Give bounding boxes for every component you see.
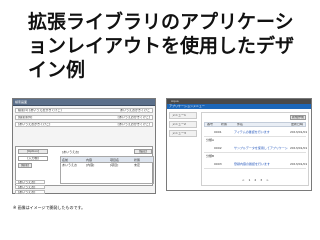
sidebar-item[interactable]: メニュー2 [169, 121, 197, 128]
row-link[interactable]: 登録内容の確認を行います [234, 162, 270, 166]
pager-page[interactable]: 2 [254, 178, 256, 182]
pagination: < 1 2 3 > [242, 178, 272, 182]
main-content: 新規作成 番号 状態 件名 更新日時 0001 アイテムの確認を行います 201… [201, 112, 309, 186]
bottom-row[interactable]: [あいうえお] [15, 180, 45, 184]
pager-page[interactable]: 1 [248, 178, 250, 182]
grid-cell[interactable]: [内容] [85, 163, 109, 168]
slide-title: 拡張ライブラリのアプリケーションレイアウトを使用したデザイン例 [28, 11, 295, 81]
category-label: 分類A [206, 138, 215, 142]
table-row[interactable]: 0003 登録内容の確認を行います 2013/01/01 [204, 160, 308, 169]
footnote: ※ 画像はイメージで開発したものです。 [13, 205, 86, 210]
row-id: 0003 [214, 162, 222, 166]
app-header: アプリケーションメニュー [167, 104, 311, 109]
sidebar: メニュー1 メニュー2 メニュー3 [169, 112, 197, 139]
window-title: 検索画面 [15, 100, 28, 104]
settings-button[interactable]: [設定] [134, 149, 152, 154]
table-row[interactable]: 0002 サンプルデータを使用してアプリケーションを作成しています。 2013/… [204, 144, 308, 153]
table-header-cell: 件名 [237, 123, 244, 126]
bottom-row[interactable]: [あいうえお] [15, 190, 45, 194]
form-row-value: [あいうえおかきくけこ] [117, 123, 150, 126]
form-row[interactable]: [検索条件] [あいうえおかきくけこ] [15, 115, 153, 120]
row-date: 2013/01/01 [290, 130, 308, 134]
window-titlebar: 検索画面 [13, 99, 155, 106]
app-layout-screenshot: Aqua アプリケーションメニュー メニュー1 メニュー2 メニュー3 新規作成… [166, 98, 312, 191]
form-row-value: あいうえおかきくけこ [119, 109, 150, 112]
sidebar-item[interactable]: メニュー3 [169, 130, 197, 137]
grid-cell[interactable]: あいうえお [61, 163, 85, 168]
row-link[interactable]: アイテムの確認を行います [234, 130, 270, 134]
row-date: 2013/01/01 [290, 162, 308, 166]
grid-cell[interactable]: 未定 [133, 163, 155, 168]
create-button[interactable]: 新規作成 [290, 115, 306, 120]
pager-next[interactable]: > [266, 178, 269, 182]
table-header-cell: 番号 [207, 123, 214, 126]
row-id: 0001 [214, 130, 222, 134]
category-label: 分類B [206, 154, 215, 158]
table-row[interactable]: 0001 アイテムの確認を行います 2013/01/01 [204, 128, 308, 137]
search-button[interactable]: [検索] [18, 163, 32, 168]
table-header-cell: 更新日時 [291, 123, 304, 126]
row-link[interactable]: サンプルデータを使用してアプリケーションを作成しています。 [234, 146, 288, 150]
panel-tab[interactable]: [あいうえお] [62, 150, 79, 154]
form-row-value: [あいうえおかきくけこ] [117, 116, 150, 119]
grid-cell[interactable]: [項目] [109, 163, 133, 168]
row-id: 0002 [214, 146, 222, 150]
pager-prev[interactable]: < [242, 178, 245, 182]
app-header-title: アプリケーションメニュー [169, 104, 205, 108]
search-window-screenshot: 検索画面 検索(1) [あいうえおかきくけこ] あいうえおかきくけこ [検索条件… [12, 98, 156, 194]
row-date: 2013/01/01 [290, 146, 308, 150]
form-row[interactable]: [あいうえおかきくけこ] [あいうえおかきくけこ] [15, 122, 153, 127]
table-header-cell: 状態 [221, 123, 228, 126]
option-button[interactable]: [Option] [18, 149, 48, 154]
pager-page[interactable]: 3 [260, 178, 262, 182]
results-grid: 名前 内容 項目名 状態 あいうえお [内容] [項目] 未定 [60, 156, 154, 184]
input-field[interactable]: [入力欄] [18, 156, 48, 161]
form-row[interactable]: 検索(1) [あいうえおかきくけこ] あいうえおかきくけこ [15, 108, 153, 113]
table-header: 番号 状態 件名 更新日時 [204, 122, 306, 127]
sidebar-item[interactable]: メニュー1 [169, 112, 197, 119]
bottom-row[interactable]: [あいうえお] [15, 185, 45, 189]
